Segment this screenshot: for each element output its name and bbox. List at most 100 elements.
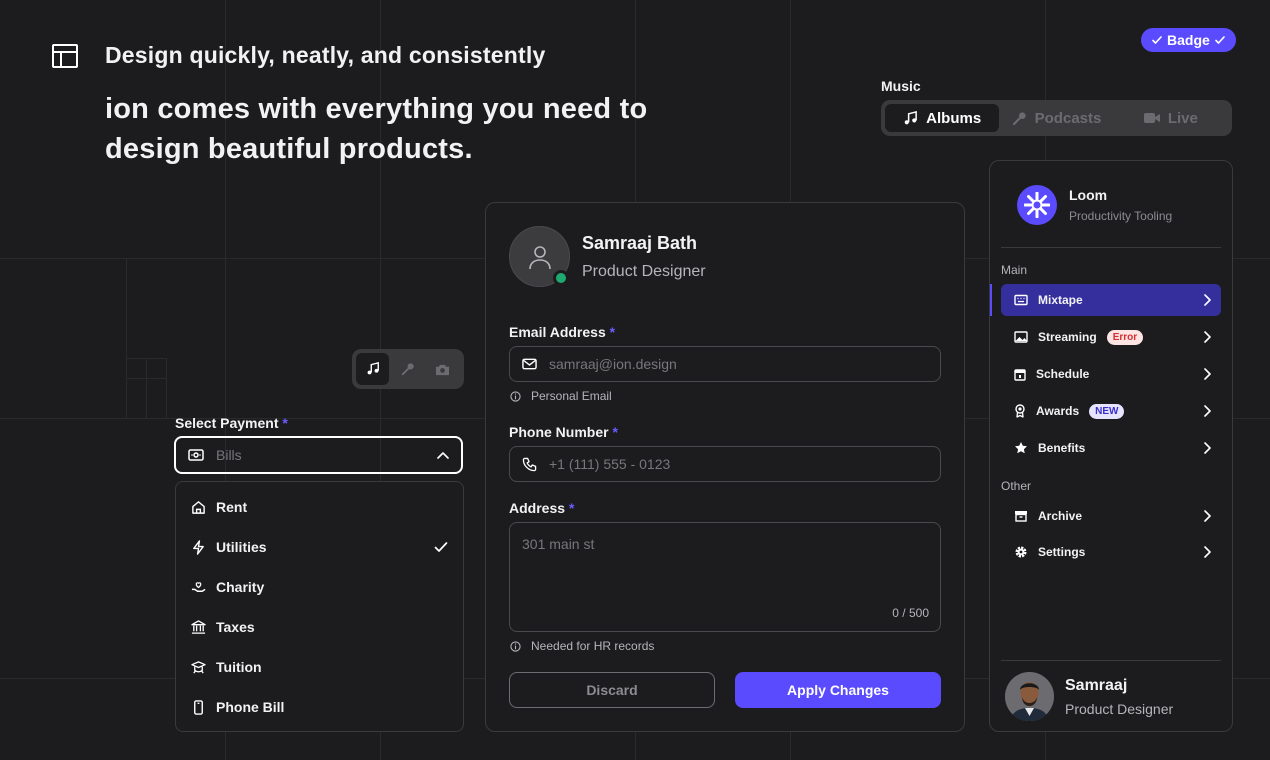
profile-card: Samraaj Bath Product Designer Email Addr… bbox=[485, 202, 965, 732]
character-counter: 0 / 500 bbox=[892, 606, 929, 620]
profile-role: Product Designer bbox=[582, 263, 706, 280]
divider bbox=[1001, 247, 1221, 248]
loom-logo-icon bbox=[1017, 185, 1057, 225]
check-icon bbox=[1214, 34, 1226, 46]
tab-live[interactable]: Live bbox=[1114, 104, 1228, 132]
brand-name: Loom bbox=[1069, 187, 1108, 203]
chevron-right-icon bbox=[1203, 405, 1211, 417]
chevron-right-icon bbox=[1203, 510, 1211, 522]
option-tuition[interactable]: Tuition bbox=[176, 647, 463, 687]
badge-label: Badge bbox=[1167, 32, 1210, 48]
required-mark: * bbox=[612, 424, 618, 440]
hand-heart-icon bbox=[191, 580, 206, 595]
nav-label: Schedule bbox=[1036, 367, 1090, 381]
sidebar-item-schedule[interactable]: Schedule bbox=[1001, 358, 1221, 390]
image-icon bbox=[1014, 331, 1028, 343]
award-icon bbox=[1014, 404, 1026, 418]
option-charity[interactable]: Charity bbox=[176, 567, 463, 607]
label-text: Select Payment bbox=[175, 415, 279, 431]
apply-changes-button[interactable]: Apply Changes bbox=[735, 672, 941, 708]
active-indicator bbox=[990, 284, 992, 316]
video-camera-icon bbox=[1143, 112, 1160, 124]
keyboard-icon bbox=[1014, 294, 1028, 306]
tab-podcasts[interactable]: Podcasts bbox=[999, 104, 1113, 132]
lightning-icon bbox=[191, 539, 206, 555]
mail-icon bbox=[522, 358, 537, 370]
grid-line bbox=[146, 358, 147, 418]
user-role: Product Designer bbox=[1065, 701, 1174, 717]
gear-icon bbox=[1014, 545, 1028, 559]
check-icon bbox=[434, 541, 448, 553]
email-field[interactable]: samraaj@ion.design bbox=[509, 346, 941, 382]
phone-field[interactable]: +1 (111) 555 - 0123 bbox=[509, 446, 941, 482]
payment-select-placeholder: Bills bbox=[216, 447, 242, 463]
tab-albums[interactable]: Albums bbox=[885, 104, 1000, 132]
option-label: Utilities bbox=[216, 539, 267, 555]
required-mark: * bbox=[568, 500, 575, 516]
section-label-main: Main bbox=[1001, 263, 1028, 277]
tab-label: Live bbox=[1167, 109, 1198, 127]
grid-line bbox=[166, 358, 167, 418]
info-icon bbox=[510, 640, 521, 652]
user-avatar[interactable] bbox=[1005, 672, 1054, 721]
select-payment-label: Select Payment * bbox=[175, 415, 288, 431]
chevron-right-icon bbox=[1203, 546, 1211, 558]
option-label: Taxes bbox=[216, 619, 255, 635]
email-hint: Personal Email bbox=[510, 389, 612, 403]
email-placeholder: samraaj@ion.design bbox=[549, 356, 677, 372]
graduation-cap-icon bbox=[191, 660, 206, 675]
archive-icon bbox=[1014, 510, 1028, 522]
option-phone-bill[interactable]: Phone Bill bbox=[176, 687, 463, 727]
chevron-up-icon bbox=[437, 451, 449, 459]
toggle-microphone[interactable] bbox=[391, 353, 424, 385]
option-taxes[interactable]: Taxes bbox=[176, 607, 463, 647]
address-label: Address * bbox=[509, 500, 574, 516]
phone-placeholder: +1 (111) 555 - 0123 bbox=[549, 456, 671, 472]
option-label: Rent bbox=[216, 499, 248, 515]
headline: ion comes with everything you need to de… bbox=[105, 93, 648, 165]
option-utilities[interactable]: Utilities bbox=[176, 527, 463, 567]
discard-button[interactable]: Discard bbox=[509, 672, 715, 708]
address-textarea[interactable]: 301 main st 0 / 500 bbox=[509, 522, 941, 632]
phone-device-icon bbox=[191, 699, 206, 715]
required-mark: * bbox=[282, 415, 288, 431]
sidebar-item-awards[interactable]: Awards NEW bbox=[1001, 395, 1221, 427]
money-icon bbox=[188, 449, 204, 461]
nav-label: Benefits bbox=[1038, 441, 1086, 455]
sidebar-item-settings[interactable]: Settings bbox=[1001, 536, 1221, 568]
sidebar-item-archive[interactable]: Archive bbox=[1001, 500, 1221, 532]
star-icon bbox=[1014, 441, 1028, 455]
hint-text: Personal Email bbox=[531, 389, 612, 403]
sidebar: Loom Productivity Tooling Main Mixtape S… bbox=[989, 160, 1233, 732]
microphone-icon bbox=[401, 362, 415, 376]
chevron-right-icon bbox=[1203, 368, 1211, 380]
nav-label: Mixtape bbox=[1038, 293, 1083, 307]
profile-name: Samraaj Bath bbox=[582, 233, 698, 253]
bank-icon bbox=[191, 619, 206, 635]
microphone-icon bbox=[1012, 111, 1027, 126]
chevron-right-icon bbox=[1203, 294, 1211, 306]
user-icon bbox=[528, 244, 552, 270]
house-icon bbox=[191, 500, 206, 515]
user-name: Samraaj bbox=[1065, 677, 1128, 694]
toggle-camera[interactable] bbox=[426, 353, 459, 385]
option-rent[interactable]: Rent bbox=[176, 487, 463, 527]
error-tag: Error bbox=[1106, 329, 1144, 345]
sidebar-item-streaming[interactable]: Streaming Error bbox=[1001, 321, 1221, 353]
email-label: Email Address * bbox=[509, 324, 615, 340]
calendar-icon bbox=[1014, 368, 1026, 381]
music-note-icon bbox=[903, 110, 918, 126]
divider bbox=[1001, 660, 1221, 661]
sidebar-item-benefits[interactable]: Benefits bbox=[1001, 432, 1221, 464]
nav-label: Awards bbox=[1036, 404, 1080, 418]
tagline: Design quickly, neatly, and consistently bbox=[105, 42, 546, 68]
address-hint: Needed for HR records bbox=[510, 639, 654, 653]
tab-label: Albums bbox=[926, 109, 982, 127]
required-mark: * bbox=[609, 324, 616, 340]
payment-select[interactable]: Bills bbox=[174, 436, 463, 474]
icon-segmented-control bbox=[352, 349, 464, 389]
sidebar-item-mixtape[interactable]: Mixtape bbox=[1001, 284, 1221, 316]
badge[interactable]: Badge bbox=[1141, 28, 1236, 52]
toggle-music[interactable] bbox=[356, 353, 389, 385]
hint-text: Needed for HR records bbox=[531, 639, 655, 653]
